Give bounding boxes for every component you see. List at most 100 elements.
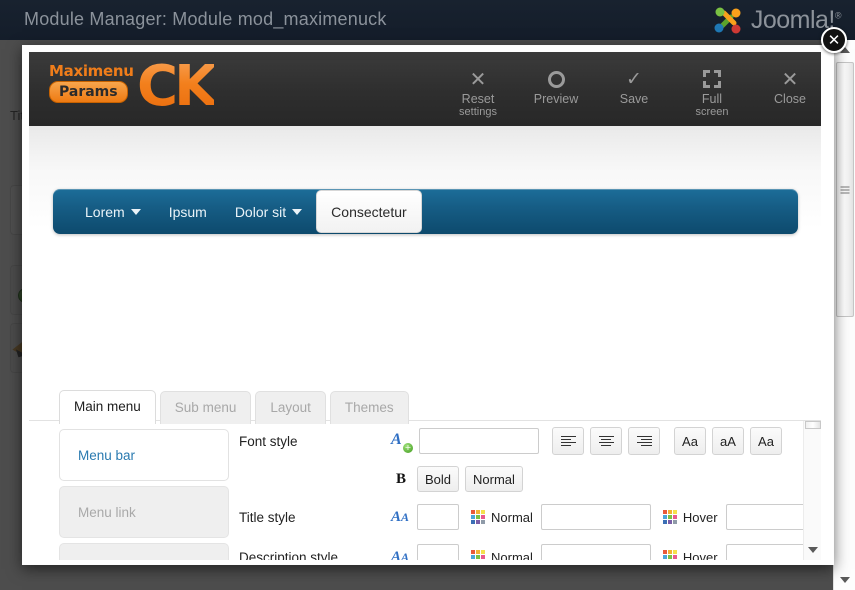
- save-button[interactable]: ✓ Save: [595, 58, 673, 119]
- preview-button[interactable]: Preview: [517, 58, 595, 119]
- uppercase-button[interactable]: aA: [712, 427, 744, 455]
- form-row-font-style: Font style A + Aa aA Aa: [234, 421, 821, 461]
- settings-form: Font style A + Aa aA Aa B Bold Normal Ti…: [234, 421, 821, 560]
- font-style-input[interactable]: [419, 428, 539, 454]
- title-normal-label: Normal: [491, 509, 533, 525]
- logo-maximenu-text: Maximenu: [49, 62, 134, 80]
- preview-label: Preview: [533, 92, 579, 106]
- check-icon: ✓: [626, 68, 642, 90]
- joomla-logo: Joomla!®: [711, 4, 842, 36]
- settings-tabs: Main menu Sub menu Layout Themes: [59, 390, 409, 424]
- bold-button[interactable]: Bold: [417, 466, 460, 492]
- reset-label: Reset: [461, 92, 495, 106]
- font-style-aa-icon: AA: [391, 548, 410, 561]
- align-right-icon: [636, 435, 652, 447]
- panel-scroll-down-arrow[interactable]: [804, 543, 821, 557]
- align-right-button[interactable]: [628, 427, 660, 455]
- close-x-icon: ✕: [781, 67, 799, 91]
- normalcase-button[interactable]: Aa: [750, 427, 782, 455]
- scrollbar-grip-icon: [840, 186, 850, 193]
- menu-item-label: Dolor sit: [234, 203, 287, 220]
- joomla-brand-sup: ®: [834, 10, 842, 21]
- panel-scrollbar-thumb[interactable]: [805, 421, 821, 429]
- font-style-label: Font style: [239, 433, 298, 449]
- fullscreen-label: Full: [701, 92, 723, 106]
- uppercase-icon: aA: [720, 433, 736, 449]
- color-palette-icon: [471, 550, 485, 560]
- panel-scrollbar[interactable]: [803, 421, 821, 560]
- lowercase-button[interactable]: Aa: [674, 427, 706, 455]
- normalcase-icon: Aa: [758, 433, 774, 449]
- description-hover-label: Hover: [682, 549, 718, 561]
- settings-panel: Menu bar Menu link Menu link hover Font …: [29, 420, 821, 560]
- sidebar-item-menu-link-hover[interactable]: Menu link hover: [59, 543, 229, 560]
- menu-item-label: Consectetur: [331, 203, 407, 220]
- close-x-icon: ✕: [469, 67, 487, 91]
- align-left-icon: [560, 435, 576, 447]
- chevron-down-icon: [292, 208, 303, 215]
- modal-close-button[interactable]: ✕: [821, 27, 847, 53]
- chevron-down-icon: [840, 577, 850, 583]
- joomla-mark-icon: [714, 7, 741, 34]
- form-row-description-style: Description style AA Normal Hover: [234, 537, 821, 560]
- font-style-aa-icon: AA: [391, 508, 410, 525]
- chevron-down-icon: [808, 547, 818, 553]
- menu-preview-area: Lorem Ipsum Dolor sit Consectetur: [29, 126, 821, 384]
- color-palette-icon: [471, 510, 485, 524]
- tab-themes[interactable]: Themes: [329, 391, 409, 424]
- page-root: Titl Module Manager: Module mod_maximenu…: [0, 0, 855, 590]
- description-normal-label: Normal: [491, 549, 533, 561]
- sidebar-item-menu-link[interactable]: Menu link: [59, 486, 229, 538]
- menu-item-label: Lorem: [85, 203, 125, 220]
- joomla-brand-text: Joomla!: [750, 5, 836, 34]
- color-palette-icon: [662, 510, 677, 524]
- tab-main-menu[interactable]: Main menu: [59, 390, 156, 424]
- title-hover-label: Hover: [682, 509, 718, 525]
- logo-ck-text: CK: [137, 54, 217, 119]
- close-button[interactable]: ✕ Close: [751, 58, 829, 119]
- fullscreen-label2: screen: [695, 106, 729, 118]
- sidebar-item-menu-bar[interactable]: Menu bar: [59, 429, 229, 481]
- lowercase-icon: Aa: [682, 433, 698, 449]
- form-row-title-style: Title style AA Normal Hover: [234, 497, 821, 537]
- modal-header: Maximenu Params CK ✕ Reset settings Prev…: [29, 52, 821, 126]
- admin-header: Module Manager: Module mod_maximenuck Jo…: [0, 0, 855, 40]
- chevron-down-icon: [130, 208, 141, 215]
- preview-menu-bar: Lorem Ipsum Dolor sit Consectetur: [53, 189, 798, 234]
- title-style-label: Title style: [239, 509, 296, 525]
- menu-item-lorem[interactable]: Lorem: [71, 189, 155, 234]
- circle-icon: [547, 66, 565, 92]
- color-palette-icon: [662, 550, 677, 560]
- fullscreen-icon: [703, 66, 721, 92]
- normal-weight-button[interactable]: Normal: [465, 466, 523, 492]
- align-center-icon: [598, 435, 614, 447]
- menu-item-ipsum[interactable]: Ipsum: [155, 189, 221, 234]
- page-scrollbar[interactable]: [833, 40, 855, 590]
- description-size-input[interactable]: [417, 544, 459, 560]
- font-add-icon: A +: [391, 431, 413, 453]
- align-center-button[interactable]: [590, 427, 622, 455]
- modal-toolbar: ✕ Reset settings Preview ✓ Save Full scr…: [439, 58, 829, 119]
- scroll-down-arrow[interactable]: [834, 570, 855, 590]
- menu-item-dolor-sit[interactable]: Dolor sit: [221, 189, 316, 234]
- settings-sidebar: Menu bar Menu link Menu link hover: [59, 429, 229, 560]
- maximenuck-logo: Maximenu Params CK: [45, 54, 225, 119]
- reset-label2: settings: [459, 106, 497, 118]
- menu-item-label: Ipsum: [168, 203, 207, 220]
- description-normal-color-input[interactable]: [540, 544, 651, 560]
- close-label: Close: [774, 92, 806, 106]
- page-title: Module Manager: Module mod_maximenuck: [24, 9, 387, 29]
- tab-layout[interactable]: Layout: [255, 391, 326, 424]
- save-label: Save: [619, 92, 649, 106]
- maximenuck-params-modal: ✕ Maximenu Params CK ✕ Reset settings Pr…: [22, 27, 847, 565]
- scrollbar-thumb[interactable]: [836, 62, 854, 317]
- description-style-label: Description style: [239, 549, 339, 561]
- reset-settings-button[interactable]: ✕ Reset settings: [439, 58, 517, 119]
- tab-sub-menu[interactable]: Sub menu: [159, 391, 252, 424]
- fullscreen-button[interactable]: Full screen: [673, 58, 751, 119]
- align-left-button[interactable]: [552, 427, 584, 455]
- form-row-font-weight: B Bold Normal: [234, 461, 821, 497]
- menu-item-consectetur[interactable]: Consectetur: [316, 190, 422, 233]
- title-normal-color-input[interactable]: [540, 504, 651, 530]
- title-size-input[interactable]: [417, 504, 459, 530]
